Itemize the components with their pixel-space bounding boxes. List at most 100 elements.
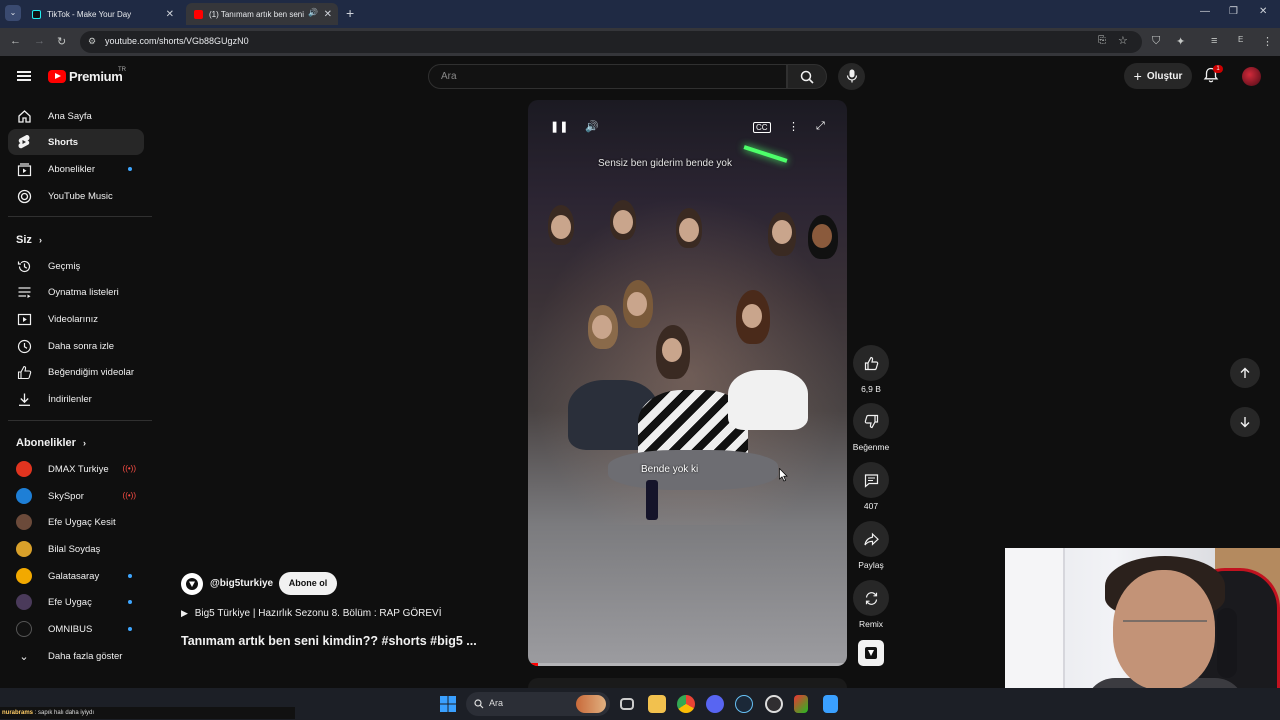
- sidebar-channel-efe-uygac-kesit[interactable]: Efe Uygaç Kesit: [8, 509, 144, 535]
- sidebar-channel-bilal-soydas[interactable]: Bilal Soydaş: [8, 536, 144, 562]
- sidebar-heading-you[interactable]: Siz ›: [16, 234, 42, 246]
- account-avatar[interactable]: [1242, 67, 1261, 86]
- sidebar-item-label: Abonelikler: [48, 163, 95, 175]
- more-options-icon[interactable]: ⋮: [788, 120, 799, 133]
- close-tab-icon[interactable]: ✕: [324, 9, 332, 20]
- remix-button[interactable]: [853, 580, 889, 616]
- bookmark-star-icon[interactable]: ☆: [1118, 34, 1128, 47]
- maximize-icon[interactable]: ❐: [1229, 6, 1238, 17]
- browser-tab-bar: ⌄ TikTok - Make Your Day ✕ (1) Tanımam a…: [0, 0, 1280, 28]
- shield-extension-icon[interactable]: ⛉: [1152, 35, 1160, 48]
- browser-menu-icon[interactable]: ⋮: [1262, 35, 1273, 48]
- sidebar-item-playlists[interactable]: Oynatma listeleri: [8, 279, 144, 305]
- next-short-button[interactable]: [1230, 407, 1260, 437]
- bilal-soydas-avatar: [16, 541, 32, 557]
- sidebar-channel-omnibus[interactable]: OMNIBUS: [8, 616, 144, 642]
- window-close-icon[interactable]: ✕: [1259, 6, 1267, 17]
- video-progress-bar[interactable]: [528, 663, 847, 666]
- search-button[interactable]: [787, 64, 827, 89]
- task-view-icon[interactable]: [620, 698, 634, 710]
- comments-action[interactable]: 407: [852, 462, 890, 511]
- dislike-action[interactable]: Beğenme: [852, 403, 890, 452]
- discord-icon[interactable]: [706, 695, 724, 713]
- sidebar-item-watch-later[interactable]: Daha sonra izle: [8, 333, 144, 359]
- browser-tab-tiktok[interactable]: TikTok - Make Your Day ✕: [24, 3, 180, 25]
- like-button[interactable]: [853, 345, 889, 381]
- voice-search-button[interactable]: [838, 63, 865, 90]
- volume-icon[interactable]: 🔊: [585, 120, 599, 133]
- new-tab-icon[interactable]: +: [346, 5, 354, 21]
- search-icon: [474, 699, 484, 709]
- back-icon[interactable]: ←: [10, 35, 21, 47]
- like-action[interactable]: 6,9 B: [852, 345, 890, 394]
- sidebar-item-downloads[interactable]: İndirilenler: [8, 386, 144, 412]
- video-title[interactable]: Tanımam artık ben seni kimdin?? #shorts …: [181, 634, 477, 648]
- tab-audio-icon[interactable]: 🔊: [308, 8, 318, 17]
- windows-start-icon[interactable]: [440, 696, 456, 712]
- big5-logo-icon: [186, 578, 198, 590]
- media-control-icon[interactable]: ≡: [1211, 35, 1217, 47]
- channel-label: SkySpor: [48, 490, 84, 502]
- youtube-logo-icon[interactable]: [48, 70, 66, 83]
- extensions-icon[interactable]: ✦: [1176, 35, 1185, 48]
- taskbar-search[interactable]: Ara: [466, 692, 610, 716]
- site-info-icon[interactable]: ⚙: [88, 36, 96, 47]
- comments-button[interactable]: [853, 462, 889, 498]
- previous-short-button[interactable]: [1230, 358, 1260, 388]
- channel-avatar[interactable]: [181, 573, 203, 595]
- sidebar-channel-dmax[interactable]: DMAX Turkiye ((•)): [8, 456, 144, 482]
- sidebar-item-youtube-music[interactable]: YouTube Music: [8, 183, 144, 209]
- search-input[interactable]: Ara: [428, 64, 787, 89]
- arrow-up-icon: [1240, 367, 1250, 378]
- youtube-icon: [194, 9, 203, 19]
- sidebar-item-subscriptions[interactable]: Abonelikler: [8, 156, 144, 182]
- sidebar-item-shorts[interactable]: Shorts: [8, 129, 144, 155]
- sidebar-heading-subscriptions[interactable]: Abonelikler ›: [16, 437, 86, 449]
- original-sound-thumbnail[interactable]: [858, 640, 884, 666]
- chrome-icon[interactable]: [677, 695, 695, 713]
- file-explorer-icon[interactable]: [648, 695, 666, 713]
- profile-letter[interactable]: E: [1238, 35, 1243, 44]
- steam-icon[interactable]: [735, 695, 753, 713]
- sidebar-item-label: YouTube Music: [48, 190, 113, 202]
- notepad-icon[interactable]: [823, 695, 838, 713]
- energy-can: [646, 480, 658, 520]
- install-app-icon[interactable]: ⎘: [1098, 35, 1106, 46]
- shorts-video-player[interactable]: Sensiz ben giderim bende yok Bende yok k…: [528, 100, 847, 666]
- dislike-button[interactable]: [853, 403, 889, 439]
- hamburger-menu-icon[interactable]: [17, 71, 31, 81]
- sidebar-item-home[interactable]: Ana Sayfa: [8, 103, 144, 129]
- pen-app-icon[interactable]: [794, 695, 808, 713]
- create-button[interactable]: + Oluştur: [1124, 63, 1192, 89]
- share-button[interactable]: [853, 521, 889, 557]
- channel-handle[interactable]: @big5turkiye: [210, 578, 273, 589]
- sidebar-channel-efe-uygac[interactable]: Efe Uygaç: [8, 589, 144, 615]
- forward-icon[interactable]: →: [34, 35, 45, 47]
- closed-captions-button[interactable]: CC: [753, 122, 771, 133]
- sidebar-show-more[interactable]: ⌄ Daha fazla göster: [8, 643, 144, 669]
- pause-button[interactable]: ❚❚: [550, 120, 568, 133]
- minimize-icon[interactable]: —: [1200, 6, 1210, 17]
- tab-search-chevron-icon[interactable]: ⌄: [5, 5, 21, 21]
- close-tab-icon[interactable]: ✕: [166, 9, 174, 20]
- obs-icon[interactable]: [765, 695, 783, 713]
- sidebar-channel-galatasaray[interactable]: Galatasaray: [8, 563, 144, 589]
- sidebar-item-liked-videos[interactable]: Beğendiğim videolar: [8, 359, 144, 385]
- sidebar-item-history[interactable]: Geçmiş: [8, 253, 144, 279]
- premium-logo-text[interactable]: Premium: [69, 69, 123, 84]
- sidebar-item-label: Daha sonra izle: [48, 340, 115, 352]
- sidebar-channel-skyspor[interactable]: SkySpor ((•)): [8, 483, 144, 509]
- sidebar-item-your-videos[interactable]: Videolarınız: [8, 306, 144, 332]
- video-progress-fill: [528, 663, 538, 666]
- browser-tab-youtube[interactable]: (1) Tanımam artık ben seni 🔊 ✕: [186, 3, 338, 25]
- sidebar-item-label: Videolarınız: [48, 313, 98, 325]
- remix-action[interactable]: Remix: [852, 580, 890, 629]
- playlist-link[interactable]: ▶ Big5 Türkiye | Hazırlık Sezonu 8. Bölü…: [181, 608, 441, 619]
- address-bar[interactable]: ⚙ youtube.com/shorts/VGb88GUgzN0 ⎘ ☆: [80, 31, 1142, 53]
- share-action[interactable]: Paylaş: [852, 521, 890, 570]
- reload-icon[interactable]: ↻: [57, 35, 66, 48]
- youtube-header: Premium TR Ara + Oluştur 1: [0, 56, 1280, 98]
- channel-avatar: [16, 594, 32, 610]
- subscribe-button[interactable]: Abone ol: [279, 572, 337, 595]
- fullscreen-icon[interactable]: ⤢: [816, 120, 825, 133]
